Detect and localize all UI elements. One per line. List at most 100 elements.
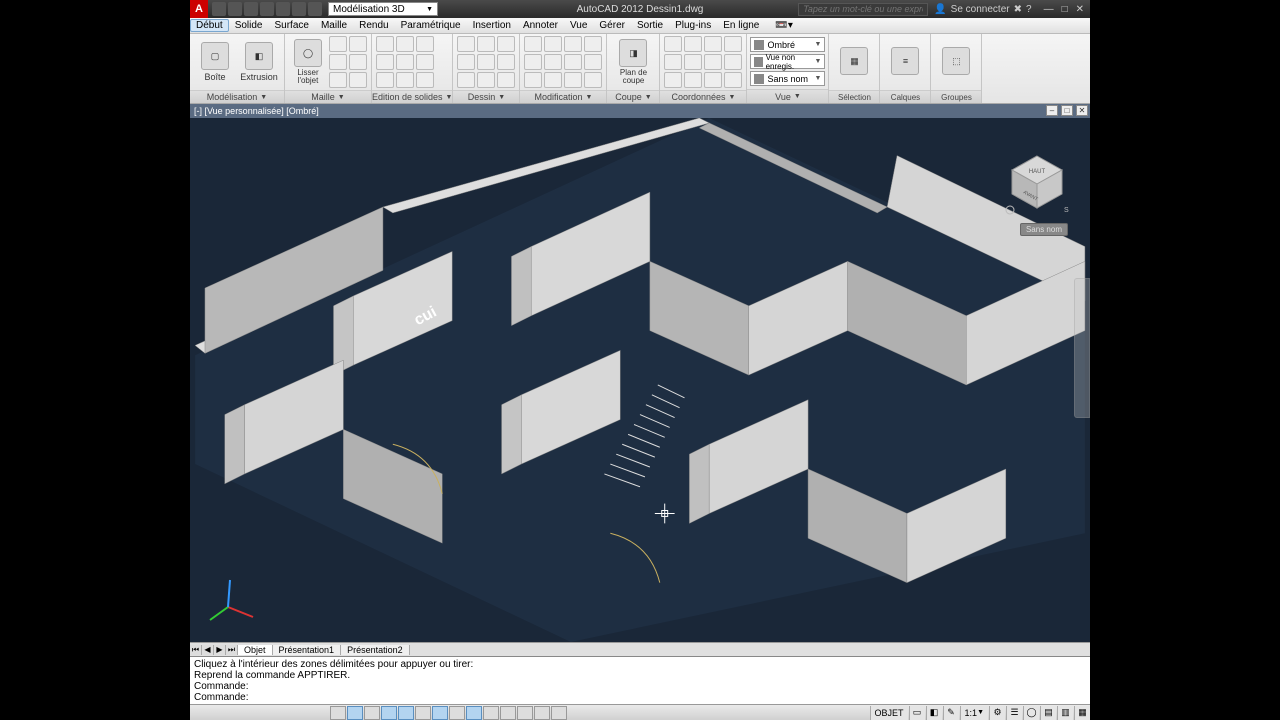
command-line[interactable]: Cliquez à l'intérieur des zones délimité… [190,656,1090,704]
annotation-scale[interactable]: 1:1 ▼ [960,706,988,720]
tab-plugins[interactable]: Plug-ins [669,20,717,31]
polyline-icon[interactable] [477,36,495,52]
mesh-tool-icon[interactable] [329,72,347,88]
visual-style-dropdown[interactable]: Ombré▼ [750,37,825,52]
solidedit-icon[interactable] [396,54,414,70]
tpy-toggle[interactable] [500,706,516,720]
ucs-icon[interactable] [664,36,682,52]
arc-icon[interactable] [497,36,515,52]
boite-button[interactable]: ▢Boîte [194,36,236,88]
3d-viewport[interactable]: cui HAUT AVANT S Sans nom [190,118,1090,642]
offset-icon[interactable] [584,72,602,88]
exchange-icon[interactable]: ✖ [1014,4,1022,15]
chevron-down-icon[interactable]: ▼ [586,94,593,101]
qp-toggle[interactable] [517,706,533,720]
status-icon[interactable]: ▤ [1040,706,1056,720]
tab-solide[interactable]: Solide [229,20,269,31]
osnap-toggle[interactable] [398,706,414,720]
tab-insertion[interactable]: Insertion [467,20,517,31]
selection-button[interactable]: ▦ [833,36,875,88]
status-icon[interactable]: ▭ [909,706,925,720]
solidedit-icon[interactable] [376,36,394,52]
status-icon[interactable]: ▥ [1057,706,1073,720]
viewport-label[interactable]: [-] [Vue personnalisée] [Ombré] [190,104,1090,118]
signin-icon[interactable]: 👤 [934,4,946,15]
chamfer-icon[interactable] [584,54,602,70]
ucs-icon[interactable] [704,72,722,88]
line-icon[interactable] [457,36,475,52]
stretch-icon[interactable] [524,72,542,88]
tab-presentation1[interactable]: Présentation1 [273,645,342,655]
mesh-tool-icon[interactable] [329,54,347,70]
copy-icon[interactable] [524,54,542,70]
snap-toggle[interactable] [330,706,346,720]
vp-minimize-button[interactable]: – [1046,105,1058,116]
qat-new-icon[interactable] [212,2,226,16]
status-icon[interactable]: ⚙ [989,706,1005,720]
dyn-toggle[interactable] [466,706,482,720]
tab-last-icon[interactable]: ⏭ [226,645,238,655]
model-space-label[interactable]: OBJET [870,706,908,720]
groupes-button[interactable]: ⬚ [935,36,977,88]
scale-icon[interactable] [544,72,562,88]
sc-togg[interactable] [534,706,550,720]
plan-coupe-button[interactable]: ◨Plan de coupe [611,36,655,88]
trim-icon[interactable] [564,36,582,52]
solidedit-icon[interactable] [396,72,414,88]
qat-open-icon[interactable] [228,2,242,16]
qat-save-icon[interactable] [244,2,258,16]
status-icon[interactable]: ▦ [1074,706,1090,720]
named-view-dropdown[interactable]: Sans nom▼ [750,71,825,86]
am-toggle[interactable] [551,706,567,720]
tab-next-icon[interactable]: ▶ [214,645,226,655]
ortho-toggle[interactable] [364,706,380,720]
ucs-icon[interactable] [664,54,682,70]
solidedit-icon[interactable] [396,36,414,52]
ucs-icon[interactable] [684,36,702,52]
chevron-down-icon[interactable]: ▼ [446,94,453,101]
ucs-icon[interactable] [724,72,742,88]
ellipse-icon[interactable] [457,72,475,88]
ducs-toggle[interactable] [449,706,465,720]
maximize-button[interactable]: □ [1062,4,1068,15]
tab-vue[interactable]: Vue [564,20,593,31]
solidedit-icon[interactable] [376,54,394,70]
rotate-icon[interactable] [544,36,562,52]
status-icon[interactable]: ◯ [1023,706,1039,720]
qat-saveas-icon[interactable] [260,2,274,16]
rect-icon[interactable] [477,54,495,70]
tab-objet[interactable]: Objet [238,645,273,655]
chevron-down-icon[interactable]: ▼ [729,94,736,101]
circle-icon[interactable] [457,54,475,70]
ucs-icon[interactable] [724,54,742,70]
ucs-icon[interactable] [664,72,682,88]
tab-parametrique[interactable]: Paramétrique [395,20,467,31]
ucs-icon[interactable] [684,72,702,88]
app-logo[interactable]: A [190,0,208,18]
mesh-tool-icon[interactable] [329,36,347,52]
view-preset-dropdown[interactable]: Vue non enregis.▼ [750,54,825,69]
mirror-icon[interactable] [544,54,562,70]
hatch-icon[interactable] [477,72,495,88]
tab-first-icon[interactable]: ⏮ [190,645,202,655]
vp-maximize-button[interactable]: □ [1061,105,1073,116]
viewcube[interactable]: HAUT AVANT S Sans nom [1002,148,1072,218]
solidedit-icon[interactable] [416,36,434,52]
ucs-icon[interactable] [684,54,702,70]
mesh-tool-icon[interactable] [349,72,367,88]
vp-close-button[interactable]: ✕ [1076,105,1088,116]
qat-undo-icon[interactable] [292,2,306,16]
navigation-bar[interactable] [1074,278,1090,418]
qat-print-icon[interactable] [276,2,290,16]
tab-sortie[interactable]: Sortie [631,20,669,31]
spline-icon[interactable] [497,54,515,70]
chevron-down-icon[interactable]: ▼ [338,94,345,101]
chevron-down-icon[interactable]: ▼ [260,94,267,101]
polar-toggle[interactable] [381,706,397,720]
extend-icon[interactable] [584,36,602,52]
3dosnap-toggle[interactable] [415,706,431,720]
tab-maille[interactable]: Maille [315,20,353,31]
tab-presentation2[interactable]: Présentation2 [341,645,410,655]
help-icon[interactable]: ? [1026,4,1032,15]
tab-surface[interactable]: Surface [269,20,315,31]
